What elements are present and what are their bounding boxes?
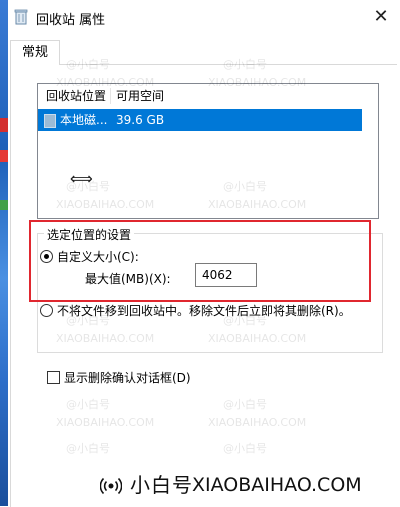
- annotation-highlight-box: [29, 220, 371, 302]
- watermark-tile: @小白号: [223, 58, 267, 71]
- watermark-tile: XIAOBAIHAO.COM: [208, 76, 307, 89]
- desktop-icon-fragment: [0, 200, 8, 210]
- recycle-bin-icon: [14, 9, 28, 25]
- watermark-tile: XIAOBAIHAO.COM: [208, 198, 307, 211]
- desktop-icon-fragment: [0, 150, 8, 162]
- watermark-tile: XIAOBAIHAO.COM: [56, 332, 155, 345]
- confirm-delete-label[interactable]: 显示删除确认对话框(D): [64, 369, 191, 386]
- watermark-tile: @小白号: [66, 442, 110, 455]
- list-item[interactable]: 本地磁... 39.6 GB: [38, 109, 362, 131]
- watermark-url: XIAOBAIHAO.COM: [192, 474, 362, 496]
- no-recycle-radio[interactable]: [40, 304, 53, 317]
- watermark-tile: XIAOBAIHAO.COM: [56, 76, 155, 89]
- watermark-tile: @小白号: [66, 180, 110, 193]
- title-bar: 回收站 属性 ✕: [8, 0, 400, 34]
- cell-location: 本地磁...: [60, 113, 108, 127]
- watermark-tile: @小白号: [223, 314, 267, 327]
- watermark-tile: XIAOBAIHAO.COM: [56, 416, 155, 429]
- watermark-tile: XIAOBAIHAO.COM: [56, 198, 155, 211]
- watermark-tile: @小白号: [223, 180, 267, 193]
- watermark-footer: 小白号 XIAOBAIHAO.COM: [90, 466, 400, 504]
- watermark-tile: @小白号: [66, 314, 110, 327]
- column-divider[interactable]: [110, 88, 111, 104]
- drive-icon: [44, 114, 56, 128]
- watermark-tile: XIAOBAIHAO.COM: [208, 332, 307, 345]
- watermark-tile: @小白号: [66, 398, 110, 411]
- watermark-tile: @小白号: [223, 442, 267, 455]
- signal-icon: [100, 477, 122, 495]
- close-button[interactable]: ✕: [370, 6, 392, 28]
- desktop-icon-fragment: [0, 118, 8, 132]
- watermark-tile: XIAOBAIHAO.COM: [208, 416, 307, 429]
- watermark-brand: 小白号: [130, 473, 193, 497]
- recycle-bin-properties-dialog: 回收站 属性 ✕ 常规 回收站位置 可用空间 本地磁... 39.6 GB ⟺ …: [8, 0, 400, 507]
- watermark-tile: @小白号: [223, 398, 267, 411]
- confirm-delete-checkbox[interactable]: [47, 371, 60, 384]
- desktop-background: [0, 0, 8, 506]
- watermark-tile: @小白号: [66, 58, 110, 71]
- tab-general[interactable]: 常规: [10, 40, 60, 65]
- window-title: 回收站 属性: [36, 13, 106, 28]
- cell-free-space: 39.6 GB: [116, 113, 165, 127]
